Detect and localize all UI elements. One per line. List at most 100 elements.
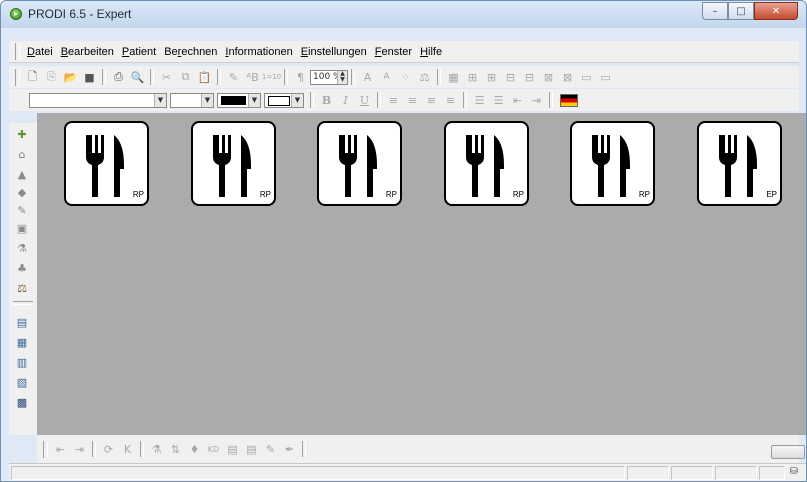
flask-icon[interactable]: ⚗ bbox=[148, 441, 165, 458]
open-folder-icon[interactable]: 📂 bbox=[62, 69, 79, 86]
meal-plan-icon[interactable]: ▲ bbox=[14, 167, 30, 181]
table-split-icon[interactable]: ⊠ bbox=[559, 69, 576, 86]
title-bar[interactable]: ▸ PRODI 6.5 - Expert – □ ✕ bbox=[1, 1, 806, 28]
new-template-icon[interactable]: ⎘ bbox=[43, 69, 60, 86]
meal-card[interactable]: EP bbox=[697, 121, 782, 206]
menu-bearbeiten[interactable]: Bearbeiten bbox=[57, 46, 118, 58]
frame2-icon[interactable]: ▭ bbox=[597, 69, 614, 86]
main-window: ▸ PRODI 6.5 - Expert – □ ✕ Datei Bearbei… bbox=[0, 0, 807, 482]
indent-out-icon[interactable]: ⇥ bbox=[71, 441, 88, 458]
recipe-icon[interactable]: ✎ bbox=[14, 203, 30, 217]
chevron-down-icon[interactable]: ▼ bbox=[248, 93, 260, 107]
quill-icon[interactable]: ✒ bbox=[281, 441, 298, 458]
zoom-spinner-icon[interactable]: ▲ ▼ bbox=[337, 70, 347, 84]
table-merge-icon[interactable]: ⊠ bbox=[540, 69, 557, 86]
scale-icon[interactable]: ⚖ bbox=[416, 69, 433, 86]
text-color-select[interactable]: ▼ bbox=[217, 92, 261, 108]
copy-icon[interactable]: ⧉ bbox=[177, 69, 194, 86]
zoom-select[interactable]: 100 % ▲ ▼ bbox=[310, 69, 348, 85]
meal-rp-icon[interactable]: ▤ bbox=[14, 315, 30, 329]
menu-datei[interactable]: Datei bbox=[23, 46, 57, 58]
minimize-button[interactable]: – bbox=[702, 2, 728, 20]
meal-week-icon[interactable]: ▧ bbox=[14, 375, 30, 389]
align-right-icon[interactable]: ≡ bbox=[423, 92, 440, 109]
menu-bar: Datei Bearbeiten Patient Berechnen Infor… bbox=[9, 41, 799, 63]
bold-button[interactable]: B bbox=[318, 92, 335, 109]
meal-card[interactable]: RP bbox=[191, 121, 276, 206]
german-flag-icon[interactable] bbox=[560, 93, 578, 107]
menu-informationen[interactable]: Informationen bbox=[221, 46, 296, 58]
align-left-icon[interactable]: ≡ bbox=[385, 92, 402, 109]
analysis-icon[interactable]: ⚗ bbox=[14, 241, 30, 255]
document-icon[interactable]: ▤ bbox=[224, 441, 241, 458]
add-patient-icon[interactable]: ✚ bbox=[14, 127, 30, 141]
menu-patient[interactable]: Patient bbox=[118, 46, 160, 58]
meal-day-icon[interactable]: ▥ bbox=[14, 355, 30, 369]
scroll-toggle[interactable] bbox=[771, 445, 805, 459]
menu-einstellungen[interactable]: Einstellungen bbox=[297, 46, 371, 58]
toolbar-grip[interactable] bbox=[43, 440, 48, 458]
format-painter-icon[interactable]: ✎ bbox=[225, 69, 242, 86]
font-shrink-icon[interactable]: A bbox=[378, 69, 395, 86]
kd-icon[interactable]: KD bbox=[205, 441, 222, 458]
balance-icon[interactable]: ⚖ bbox=[14, 281, 30, 295]
table-icon[interactable]: ▦ bbox=[445, 69, 462, 86]
maximize-button[interactable]: □ bbox=[728, 2, 754, 20]
indent-decrease-icon[interactable]: ⇤ bbox=[509, 92, 526, 109]
line-spacing-icon[interactable]: 1=10 bbox=[262, 69, 281, 86]
color-swatch bbox=[221, 95, 246, 105]
menubar-grip[interactable] bbox=[15, 43, 20, 60]
close-button[interactable]: ✕ bbox=[754, 2, 798, 20]
document2-icon[interactable]: ▤ bbox=[243, 441, 260, 458]
new-document-icon[interactable]: 🗋 bbox=[24, 69, 41, 86]
frame-icon[interactable]: ▭ bbox=[578, 69, 595, 86]
print-icon[interactable]: ⎙ bbox=[110, 69, 127, 86]
paragraph-mark-icon[interactable]: ¶ bbox=[292, 69, 309, 86]
meal-card[interactable]: RP bbox=[570, 121, 655, 206]
chevron-down-icon[interactable]: ▼ bbox=[201, 93, 213, 107]
kc-icon[interactable]: K bbox=[119, 441, 136, 458]
calendar-icon[interactable]: ▩ bbox=[14, 395, 30, 409]
justify-icon[interactable]: ≡ bbox=[442, 92, 459, 109]
align-center-icon[interactable]: ≡ bbox=[404, 92, 421, 109]
bullet-list-icon[interactable]: ☰ bbox=[471, 92, 488, 109]
underline-button[interactable]: U bbox=[356, 92, 373, 109]
font-size-select[interactable]: ▼ bbox=[170, 92, 214, 108]
menu-hilfe[interactable]: Hilfe bbox=[416, 46, 446, 58]
table-row-icon[interactable]: ⊟ bbox=[502, 69, 519, 86]
refresh-icon[interactable]: ⟳ bbox=[100, 441, 117, 458]
indent-increase-icon[interactable]: ⇥ bbox=[528, 92, 545, 109]
meal-card[interactable]: RP bbox=[64, 121, 149, 206]
indent-in-icon[interactable]: ⇤ bbox=[52, 441, 69, 458]
numbered-list-icon[interactable]: ☰ bbox=[490, 92, 507, 109]
meal-card[interactable]: RP bbox=[317, 121, 402, 206]
background-color-select[interactable]: ▼ bbox=[264, 92, 304, 108]
cut-icon[interactable]: ✂ bbox=[158, 69, 175, 86]
table-grid-icon[interactable]: ⊞ bbox=[483, 69, 500, 86]
ingredient-icon[interactable]: ▣ bbox=[14, 221, 30, 235]
chevron-down-icon[interactable]: ▼ bbox=[154, 93, 166, 107]
meal-grid-icon[interactable]: ▦ bbox=[14, 335, 30, 349]
nutrient-icon[interactable]: ⁘ bbox=[397, 69, 414, 86]
italic-button[interactable]: I bbox=[337, 92, 354, 109]
sort-icon[interactable]: ⇅ bbox=[167, 441, 184, 458]
standard-toolbar: 🗋 ⎘ 📂 ■ ⎙ 🔍 ✂ ⧉ 📋 ✎ ᴬB 1=10 ¶ 100 % ▲ ▼ A … bbox=[9, 66, 799, 88]
menu-fenster[interactable]: Fenster bbox=[371, 46, 416, 58]
patient-list-icon[interactable]: ⌂ bbox=[14, 147, 30, 161]
toolbar-grip[interactable] bbox=[15, 68, 20, 86]
drop-icon[interactable]: ♦ bbox=[186, 441, 203, 458]
save-icon[interactable]: ■ bbox=[81, 69, 98, 86]
menu-berechnen[interactable]: Berechnen bbox=[160, 46, 221, 58]
chevron-down-icon[interactable]: ▼ bbox=[291, 93, 303, 107]
paste-icon[interactable]: 📋 bbox=[196, 69, 213, 86]
edit-doc-icon[interactable]: ✎ bbox=[262, 441, 279, 458]
chart-icon[interactable]: ♣ bbox=[14, 261, 30, 275]
table-insert-icon[interactable]: ⊞ bbox=[464, 69, 481, 86]
food-icon[interactable]: ◆ bbox=[14, 185, 30, 199]
subscript-icon[interactable]: ᴬB bbox=[244, 69, 261, 86]
print-preview-icon[interactable]: 🔍 bbox=[129, 69, 146, 86]
table-col-icon[interactable]: ⊟ bbox=[521, 69, 538, 86]
font-family-select[interactable]: ▼ bbox=[29, 92, 167, 108]
font-grow-icon[interactable]: A bbox=[359, 69, 376, 86]
meal-card[interactable]: RP bbox=[444, 121, 529, 206]
